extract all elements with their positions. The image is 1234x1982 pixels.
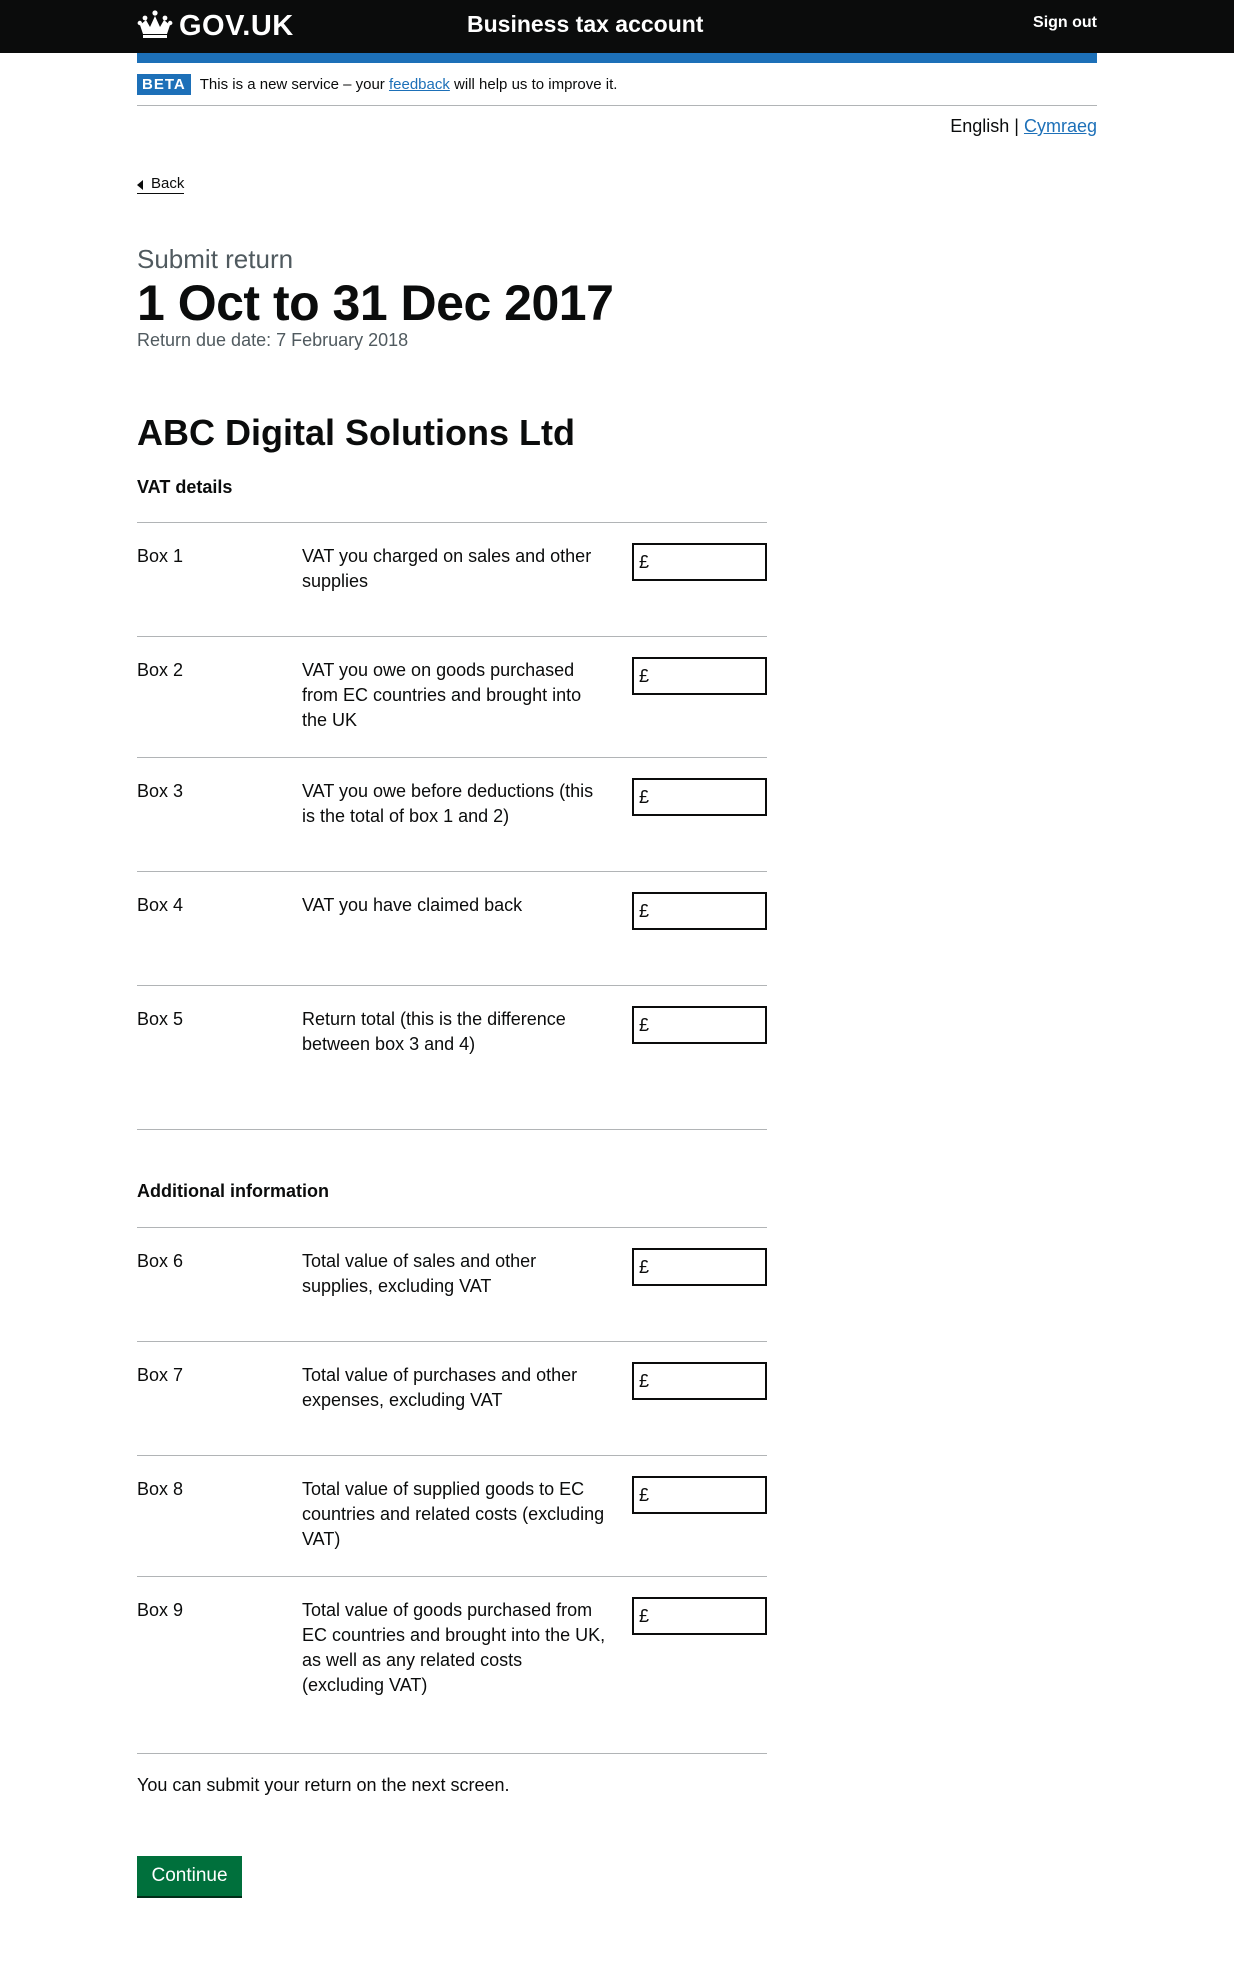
feedback-link[interactable]: feedback: [389, 76, 450, 93]
language-welsh-link[interactable]: Cymraeg: [1024, 116, 1097, 136]
box-label: Box 7: [137, 1365, 184, 1385]
back-link[interactable]: Back: [137, 175, 185, 194]
phase-text-before: This is a new service – your: [199, 76, 385, 93]
additional-row: Box 6 Total value of sales and other sup…: [137, 1227, 767, 1341]
vat-row: Box 3 VAT you owe before deductions (thi…: [137, 757, 767, 871]
page-title: 1 Oct to 31 Dec 2017: [137, 275, 614, 331]
box-label: Box 5: [137, 1009, 184, 1029]
pound-prefix: £: [639, 1370, 650, 1391]
box-description: Return total (this is the difference bet…: [302, 1009, 566, 1054]
pound-prefix: £: [639, 665, 650, 686]
pound-prefix: £: [639, 1605, 650, 1626]
vat-details-heading: VAT details: [137, 477, 233, 497]
section-divider: [137, 1129, 767, 1130]
section-divider: [137, 1753, 767, 1754]
site-header: GOV.UK Business tax account Sign out: [0, 0, 1234, 53]
language-current: English: [950, 116, 1010, 136]
box-label: Box 1: [137, 546, 184, 566]
header-blue-bar: [137, 53, 1097, 63]
box-5-input[interactable]: £: [632, 1006, 767, 1044]
vat-details-list: Box 1 VAT you charged on sales and other…: [137, 522, 767, 1129]
box-label: Box 4: [137, 895, 184, 915]
vat-row: Box 2 VAT you owe on goods purchased fro…: [137, 636, 767, 757]
govuk-logo-link[interactable]: GOV.UK: [137, 9, 294, 44]
phase-text-after: will help us to improve it.: [454, 76, 618, 93]
phase-banner-text: This is a new service – your feedback wi…: [200, 74, 618, 95]
box-description: VAT you owe before deductions (this is t…: [302, 781, 594, 826]
box-3-input[interactable]: £: [632, 778, 767, 816]
language-separator: |: [1014, 116, 1019, 136]
box-2-input[interactable]: £: [632, 657, 767, 695]
box-6-input[interactable]: £: [632, 1248, 767, 1286]
pound-prefix: £: [639, 900, 650, 921]
service-name[interactable]: Business tax account: [467, 11, 703, 38]
box-label: Box 2: [137, 660, 184, 680]
pound-prefix: £: [639, 786, 650, 807]
box-label: Box 8: [137, 1479, 184, 1499]
organisation-name: ABC Digital Solutions Ltd: [137, 412, 575, 453]
pound-prefix: £: [639, 1256, 650, 1277]
box-description: VAT you have claimed back: [302, 895, 523, 915]
pound-prefix: £: [639, 1014, 650, 1035]
vat-row: Box 1 VAT you charged on sales and other…: [137, 522, 767, 636]
logo-text: GOV.UK: [179, 10, 294, 42]
additional-row: Box 7 Total value of purchases and other…: [137, 1341, 767, 1455]
continue-button[interactable]: Continue: [137, 1856, 242, 1896]
language-toggle: English | Cymraeg: [950, 116, 1097, 137]
vat-row: Box 4 VAT you have claimed back £: [137, 871, 767, 985]
vat-row: Box 5 Return total (this is the differen…: [137, 985, 767, 1129]
beta-tag: BETA: [137, 74, 191, 95]
box-label: Box 6: [137, 1251, 184, 1271]
additional-row: Box 9 Total value of goods purchased fro…: [137, 1576, 767, 1753]
box-description: Total value of goods purchased from EC c…: [302, 1600, 606, 1695]
submit-note: You can submit your return on the next s…: [137, 1775, 510, 1795]
box-4-input[interactable]: £: [632, 892, 767, 930]
box-8-input[interactable]: £: [632, 1476, 767, 1514]
additional-row: Box 8 Total value of supplied goods to E…: [137, 1455, 767, 1576]
box-description: Total value of purchases and other expen…: [302, 1365, 578, 1410]
additional-info-list: Box 6 Total value of sales and other sup…: [137, 1227, 767, 1753]
box-description: VAT you owe on goods purchased from EC c…: [302, 660, 582, 730]
box-label: Box 3: [137, 781, 184, 801]
crown-icon: [137, 9, 173, 44]
sign-out-link[interactable]: Sign out: [1033, 14, 1097, 32]
due-date: Return due date: 7 February 2018: [137, 330, 409, 350]
additional-info-heading: Additional information: [137, 1181, 329, 1201]
phase-banner: BETA This is a new service – your feedba…: [137, 74, 1097, 106]
box-1-input[interactable]: £: [632, 543, 767, 581]
box-description: Total value of sales and other supplies,…: [302, 1251, 537, 1296]
pound-prefix: £: [639, 1484, 650, 1505]
box-label: Box 9: [137, 1600, 184, 1620]
box-description: Total value of supplied goods to EC coun…: [302, 1479, 605, 1549]
pound-prefix: £: [639, 551, 650, 572]
page-caption: Submit return: [137, 244, 294, 274]
box-description: VAT you charged on sales and other suppl…: [302, 546, 592, 591]
box-9-input[interactable]: £: [632, 1597, 767, 1635]
box-7-input[interactable]: £: [632, 1362, 767, 1400]
